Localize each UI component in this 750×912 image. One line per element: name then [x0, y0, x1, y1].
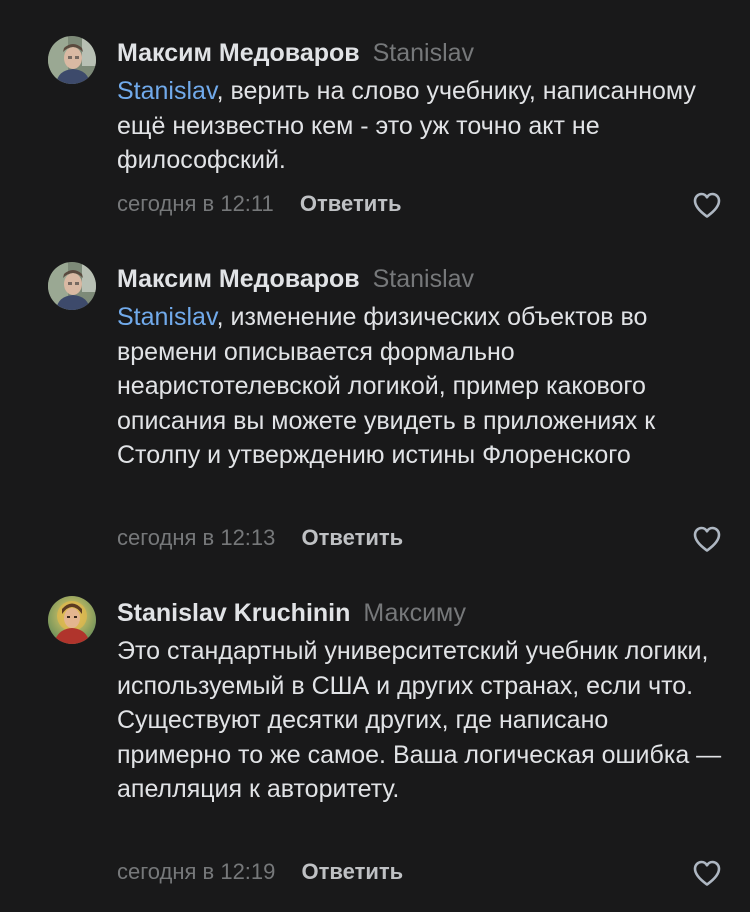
user-avatar[interactable] [48, 596, 96, 644]
reply-to-name[interactable]: Stanislav [373, 265, 474, 293]
heart-outline-icon[interactable] [692, 525, 722, 553]
comment-text: Stanislav, верить на слово учебнику, нап… [117, 74, 727, 178]
comment-body: Это стандартный университетский учебник … [117, 637, 722, 803]
reply-button[interactable]: Ответить [302, 859, 404, 884]
user-avatar[interactable] [48, 36, 96, 84]
heart-outline-icon[interactable] [692, 859, 722, 887]
comment-text: Stanislav, изменение физических объектов… [117, 300, 727, 473]
comment-header: Максим Медоваров Stanislav [117, 264, 474, 294]
heart-outline-icon[interactable] [692, 191, 722, 219]
mention-link[interactable]: Stanislav [117, 303, 217, 331]
comment-header: Stanislav Kruchinin Максиму [117, 598, 466, 628]
comment-meta: сегодня в 12:13 Ответить [117, 523, 403, 553]
author-name[interactable]: Максим Медоваров [117, 265, 360, 293]
author-name[interactable]: Максим Медоваров [117, 39, 360, 67]
reply-button[interactable]: Ответить [300, 191, 402, 216]
timestamp[interactable]: сегодня в 12:11 [117, 191, 274, 216]
reply-to-name[interactable]: Максиму [363, 599, 466, 627]
comment-header: Максим Медоваров Stanislav [117, 38, 474, 68]
reply-button[interactable]: Ответить [302, 525, 404, 550]
user-avatar[interactable] [48, 262, 96, 310]
comment-meta: сегодня в 12:11 Ответить [117, 189, 402, 219]
timestamp[interactable]: сегодня в 12:13 [117, 525, 275, 550]
reply-to-name[interactable]: Stanislav [373, 39, 474, 67]
mention-link[interactable]: Stanislav [117, 77, 217, 105]
comment-text: Это стандартный университетский учебник … [117, 634, 727, 807]
author-name[interactable]: Stanislav Kruchinin [117, 599, 350, 627]
comment-meta: сегодня в 12:19 Ответить [117, 857, 403, 887]
timestamp[interactable]: сегодня в 12:19 [117, 859, 275, 884]
